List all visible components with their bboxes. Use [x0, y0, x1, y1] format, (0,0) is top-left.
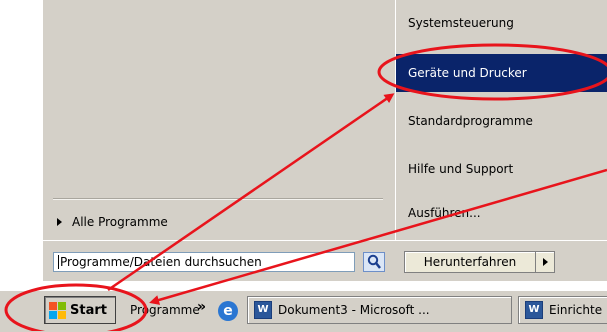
windows-logo-icon — [49, 301, 66, 319]
menu-item-label: Ausführen... — [408, 206, 481, 220]
menu-item-label: Hilfe und Support — [408, 162, 514, 176]
search-input[interactable]: Programme/Dateien durchsuchen — [53, 252, 355, 272]
start-button[interactable]: Start — [44, 296, 116, 324]
search-placeholder: Programme/Dateien durchsuchen — [60, 255, 262, 269]
magnifier-icon — [367, 254, 381, 269]
all-programs-item[interactable]: Alle Programme — [57, 213, 168, 231]
shutdown-button[interactable]: Herunterfahren — [404, 251, 555, 273]
text-cursor — [58, 255, 59, 269]
task-label: Dokument3 - Microsoft ... — [278, 303, 430, 317]
toolbar-chevron-icon[interactable]: » — [197, 299, 206, 315]
word-document-icon: W — [525, 301, 543, 319]
menu-item-label: Standardprogramme — [408, 114, 533, 128]
menu-item-systemsteuerung[interactable]: Systemsteuerung — [396, 4, 607, 42]
taskbar-programs-toolbar[interactable]: Programme — [130, 303, 200, 317]
internet-explorer-icon[interactable]: e — [218, 301, 238, 321]
menu-item-standardprogramme[interactable]: Standardprogramme — [396, 102, 607, 140]
menu-item-hilfe-und-support[interactable]: Hilfe und Support — [396, 150, 607, 188]
word-document-icon: W — [254, 301, 272, 319]
task-label: Einrichte — [549, 303, 603, 317]
shutdown-options-button[interactable] — [535, 252, 554, 272]
triangle-right-icon — [57, 218, 62, 226]
taskbar-task-einrichte[interactable]: W Einrichte — [518, 296, 607, 324]
all-programs-label: Alle Programme — [72, 215, 168, 229]
start-menu-left-pane: Alle Programme — [43, 0, 395, 240]
menu-item-label: Geräte und Drucker — [408, 66, 527, 80]
start-menu: Alle Programme Systemsteuerung Geräte un… — [43, 0, 607, 281]
taskbar: Start Programme » e W Dokument3 - Micros… — [0, 290, 607, 332]
shutdown-label: Herunterfahren — [423, 255, 517, 269]
triangle-right-icon — [542, 258, 548, 266]
start-menu-right-pane: Systemsteuerung Geräte und Drucker Stand… — [395, 0, 607, 240]
start-menu-bottom-bar: Programme/Dateien durchsuchen Herunterfa… — [43, 240, 607, 281]
menu-item-label: Systemsteuerung — [408, 16, 514, 30]
menu-item-geraete-und-drucker[interactable]: Geräte und Drucker — [396, 54, 607, 92]
menu-separator — [53, 198, 383, 200]
search-button[interactable] — [363, 252, 385, 272]
start-label: Start — [70, 302, 107, 318]
menu-item-ausfuehren[interactable]: Ausführen... — [396, 194, 607, 232]
taskbar-task-dokument3[interactable]: W Dokument3 - Microsoft ... — [247, 296, 512, 324]
